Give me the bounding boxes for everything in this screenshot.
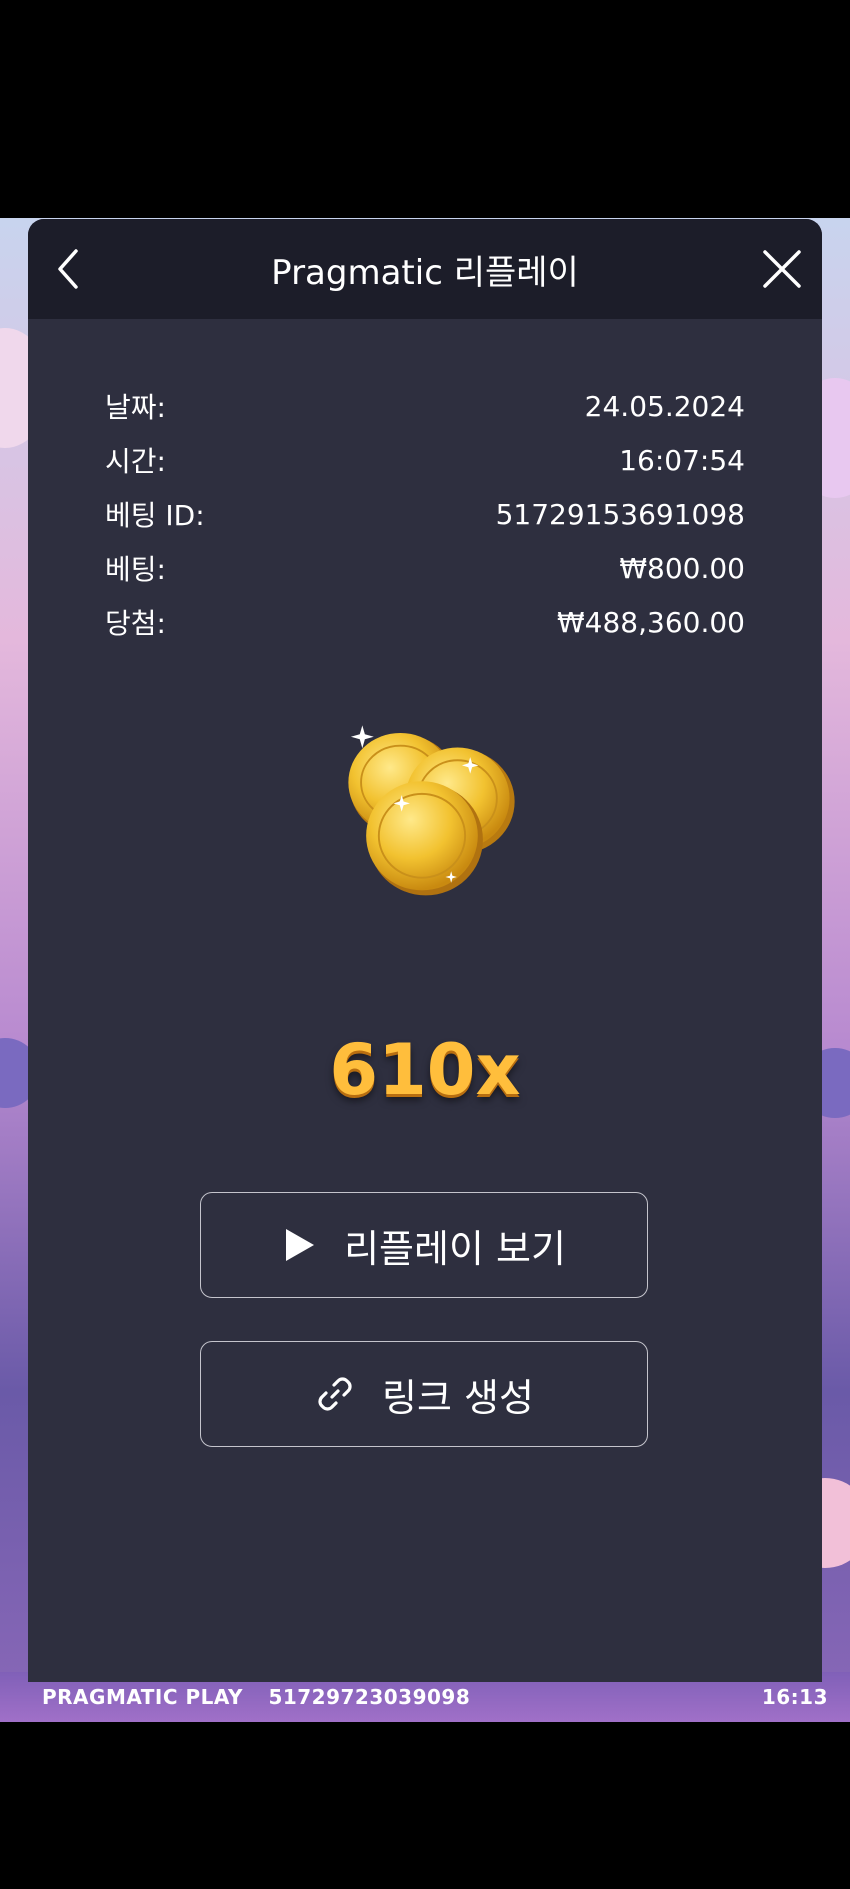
create-link-label: 링크 생성: [382, 1375, 534, 1420]
footer-time: 16:13: [761, 1685, 828, 1709]
detail-row-bet: 베팅: ₩800.00: [105, 541, 745, 595]
detail-row-bet-id: 베팅 ID: 51729153691098: [105, 487, 745, 541]
play-icon: [286, 1229, 315, 1261]
win-multiplier: 610x: [329, 1029, 521, 1111]
watch-replay-label: 리플레이 보기: [344, 1226, 566, 1271]
detail-label: 날짜:: [105, 391, 166, 424]
replay-modal: Pragmatic 리플레이 날짜: 24.05.2024 시간: 16:07:…: [28, 219, 822, 1682]
detail-value: 16:07:54: [619, 443, 745, 477]
detail-label: 베팅:: [105, 553, 166, 586]
detail-row-date: 날짜: 24.05.2024: [105, 379, 745, 433]
gold-coins-icon: [348, 725, 515, 896]
chevron-left-icon: [58, 249, 78, 289]
footer-brand: PRAGMATIC PLAY: [42, 1685, 243, 1709]
detail-row-time: 시간: 16:07:54: [105, 433, 745, 487]
close-icon: [763, 250, 801, 288]
close-button[interactable]: [758, 245, 806, 293]
watch-replay-button[interactable]: 리플레이 보기: [200, 1192, 648, 1298]
modal-header: Pragmatic 리플레이: [28, 219, 822, 319]
create-link-button[interactable]: 링크 생성: [200, 1341, 648, 1447]
footer-round-id: 51729723039098: [268, 1685, 471, 1709]
detail-value: 24.05.2024: [584, 389, 745, 423]
link-icon: [318, 1377, 352, 1411]
detail-label: 베팅 ID:: [105, 499, 205, 532]
detail-label: 시간:: [105, 445, 166, 478]
bet-details: 날짜: 24.05.2024 시간: 16:07:54 베팅 ID: 51729…: [105, 379, 745, 649]
modal-title: Pragmatic 리플레이: [271, 252, 579, 293]
detail-row-win: 당첨: ₩488,360.00: [105, 595, 745, 649]
detail-value: 51729153691098: [495, 497, 745, 531]
detail-value: ₩800.00: [619, 551, 745, 585]
detail-value: ₩488,360.00: [556, 605, 745, 639]
detail-label: 당첨:: [105, 607, 166, 640]
back-button[interactable]: [46, 245, 94, 293]
